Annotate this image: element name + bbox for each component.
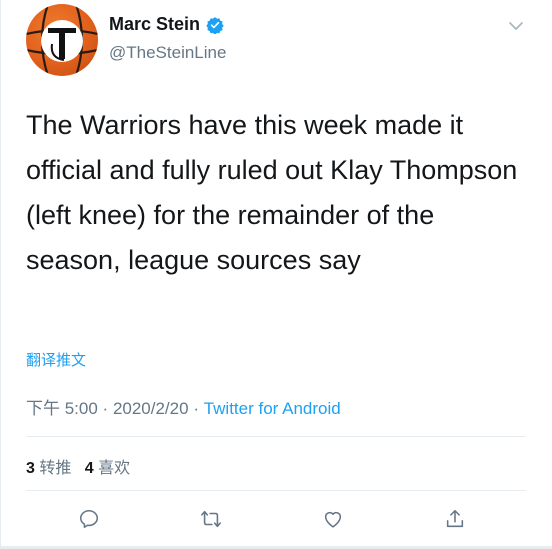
tweet-text: The Warriors have this week made it offi…	[26, 110, 518, 275]
chevron-down-icon[interactable]	[506, 16, 526, 36]
like-icon	[324, 511, 342, 528]
reply-icon	[79, 509, 99, 529]
meta-separator: ·	[193, 399, 204, 418]
likes-count: 4	[84, 460, 94, 477]
share-button[interactable]	[440, 504, 470, 534]
meta-separator: ·	[102, 399, 113, 418]
divider	[26, 490, 526, 491]
verified-badge-icon	[206, 16, 224, 34]
avatar[interactable]	[26, 4, 98, 76]
share-icon	[446, 509, 464, 528]
tweet-source-link[interactable]: Twitter for Android	[204, 399, 341, 418]
author-name-row[interactable]: Marc Stein	[109, 14, 224, 35]
basketball-logo-icon	[26, 4, 98, 76]
retweets-count: 3	[26, 460, 35, 477]
retweets-stat[interactable]: 3 转推	[26, 460, 71, 477]
retweet-button[interactable]	[196, 504, 226, 534]
likes-stat[interactable]: 4 喜欢	[85, 460, 130, 477]
tweet-actions	[26, 504, 526, 536]
translate-tweet-link[interactable]: 翻译推文	[26, 349, 86, 370]
reply-button[interactable]	[74, 504, 104, 534]
likes-label: 喜欢	[98, 460, 131, 477]
tweet-time[interactable]: 下午 5:00	[26, 399, 98, 418]
tweet-date[interactable]: 2020/2/20	[113, 399, 189, 418]
tweet-meta: 下午 5:00 · 2020/2/20 · Twitter for Androi…	[26, 394, 341, 419]
divider	[26, 436, 526, 437]
retweets-label: 转推	[39, 460, 72, 477]
tweet-stats: 3 转推 4 喜欢	[26, 454, 130, 478]
retweet-icon	[201, 510, 221, 528]
like-button[interactable]	[318, 504, 348, 534]
tweet-card: Marc Stein @TheSteinLine The Warriors ha…	[0, 0, 552, 549]
author-name[interactable]: Marc Stein	[109, 14, 200, 35]
author-handle[interactable]: @TheSteinLine	[109, 43, 226, 63]
